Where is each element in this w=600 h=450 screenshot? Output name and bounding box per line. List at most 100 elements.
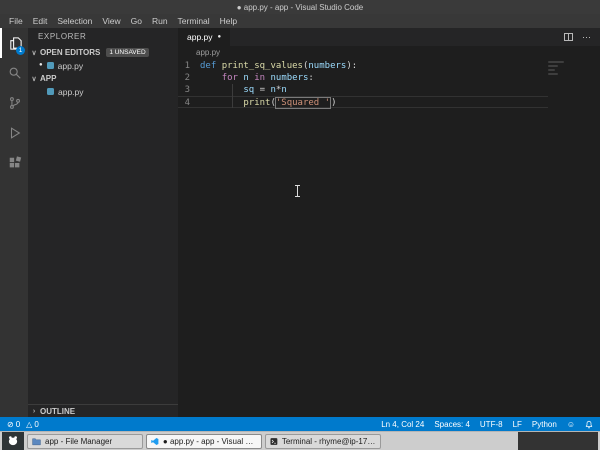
code-token: ):: [346, 61, 358, 71]
tab-app-py[interactable]: app.py ●: [178, 28, 231, 46]
tab-bar: app.py ● ⋯: [178, 28, 600, 46]
code-token: n: [281, 85, 287, 95]
tab-label: app.py: [187, 32, 213, 42]
code-line[interactable]: 2 for n in numbers:: [178, 72, 548, 84]
warning-count: 0: [34, 419, 39, 429]
title-bar: ● app.py - app - Visual Studio Code: [0, 0, 600, 14]
taskbar-window-label: app - File Manager: [45, 436, 113, 446]
python-file-icon: [46, 62, 54, 69]
vscode-icon: [151, 437, 159, 445]
folder-section-header[interactable]: ∨ APP: [28, 72, 178, 85]
unsaved-count-badge: 1: [16, 46, 25, 55]
explorer-icon[interactable]: 1: [0, 28, 28, 58]
notifications-bell-icon[interactable]: [585, 420, 593, 429]
code-text: def print_sq_values(numbers):: [200, 60, 357, 72]
code-text: print('Squared '): [200, 97, 337, 109]
tree-item-filename: app.py: [58, 86, 84, 97]
code-token: =: [254, 85, 271, 95]
open-editor-item-app-py[interactable]: ● app.py: [28, 59, 178, 72]
eol-setting[interactable]: LF: [513, 420, 522, 429]
indent-guide: [232, 84, 233, 108]
taskbar-window-vscode[interactable]: ● app.py - app - Visual Studi...: [146, 433, 262, 449]
menu-item-go[interactable]: Go: [126, 16, 147, 26]
menu-bar: File Edit Selection View Go Run Terminal…: [0, 14, 600, 28]
code-token: :: [308, 73, 314, 83]
outline-section-header[interactable]: › OUTLINE: [28, 404, 178, 417]
code-text: for n in numbers:: [200, 72, 314, 84]
explorer-sidebar: EXPLORER ∨ OPEN EDITORS 1 UNSAVED ● app.…: [28, 28, 178, 417]
taskbar-window-file-manager[interactable]: app - File Manager: [27, 433, 143, 449]
code-line[interactable]: 1 def print_sq_values(numbers):: [178, 60, 548, 72]
taskbar-window-label: Terminal - rhyme@ip-172-31...: [281, 436, 376, 446]
code-token: def: [200, 61, 222, 71]
open-editors-header[interactable]: ∨ OPEN EDITORS 1 UNSAVED: [28, 46, 178, 59]
code-token: print: [243, 98, 271, 108]
menu-item-file[interactable]: File: [4, 16, 28, 26]
split-editor-icon[interactable]: [564, 33, 573, 41]
problems-indicator[interactable]: ⊘ 0 △ 0: [7, 420, 39, 429]
minimap[interactable]: [548, 61, 586, 77]
dirty-dot-icon: ●: [217, 33, 222, 40]
line-number[interactable]: 2: [178, 72, 200, 84]
feedback-icon[interactable]: ☺: [567, 420, 575, 429]
menu-item-view[interactable]: View: [97, 16, 125, 26]
status-bar: ⊘ 0 △ 0 Ln 4, Col 24 Spaces: 4 UTF-8 LF …: [0, 417, 600, 431]
mouse-ibeam-cursor: [295, 185, 300, 197]
menu-item-run[interactable]: Run: [147, 16, 173, 26]
line-number[interactable]: 4: [178, 97, 200, 108]
code-token: numbers: [308, 61, 347, 71]
menu-item-terminal[interactable]: Terminal: [173, 16, 215, 26]
code-line[interactable]: 4 print('Squared '): [178, 96, 548, 109]
menu-item-help[interactable]: Help: [215, 16, 242, 26]
terminal-icon: [270, 437, 278, 445]
breadcrumb[interactable]: app.py: [178, 46, 600, 58]
taskbar-window-terminal[interactable]: Terminal - rhyme@ip-172-31...: [265, 433, 381, 449]
code-token: ): [331, 98, 337, 108]
activity-bar: 1: [0, 28, 28, 417]
chevron-right-icon: ›: [32, 407, 36, 415]
search-icon[interactable]: [0, 58, 28, 88]
chevron-down-icon: ∨: [31, 49, 37, 57]
warning-icon: △: [26, 419, 33, 429]
menu-item-selection[interactable]: Selection: [52, 16, 97, 26]
encoding-setting[interactable]: UTF-8: [480, 420, 503, 429]
code-lines: 1 def print_sq_values(numbers): 2 for n in…: [178, 60, 600, 109]
os-taskbar: app - File Manager ● app.py - app - Visu…: [0, 431, 600, 450]
folder-name-label: APP: [40, 74, 57, 83]
outline-label: OUTLINE: [40, 406, 76, 416]
sidebar-title: EXPLORER: [38, 32, 87, 41]
editor-group: app.py ● ⋯ app.py 1 def print_sq_values(n…: [178, 28, 600, 417]
code-line[interactable]: 3 sq = n*n: [178, 84, 548, 96]
line-number[interactable]: 3: [178, 84, 200, 96]
dirty-dot-icon: ●: [39, 62, 43, 68]
line-number[interactable]: 1: [178, 60, 200, 72]
extensions-icon[interactable]: [0, 148, 28, 178]
error-icon: ⊘: [7, 419, 14, 429]
run-debug-icon[interactable]: [0, 118, 28, 148]
python-file-icon: [47, 88, 54, 95]
unsaved-badge: 1 UNSAVED: [106, 48, 149, 57]
code-editor[interactable]: 1 def print_sq_values(numbers): 2 for n in…: [178, 58, 600, 417]
source-control-icon[interactable]: [0, 88, 28, 118]
applications-menu-button[interactable]: [2, 431, 24, 450]
more-actions-icon[interactable]: ⋯: [582, 32, 592, 43]
menu-item-edit[interactable]: Edit: [28, 16, 53, 26]
editor-actions: ⋯: [564, 28, 592, 46]
language-mode[interactable]: Python: [532, 420, 557, 429]
tree-item-app-py[interactable]: app.py: [28, 85, 178, 98]
error-count: 0: [15, 419, 21, 429]
cursor-position[interactable]: Ln 4, Col 24: [381, 420, 424, 429]
window-title: ● app.py - app - Visual Studio Code: [236, 2, 364, 12]
vscode-window: ● app.py - app - Visual Studio Code File…: [0, 0, 600, 450]
code-token: for: [221, 73, 238, 83]
code-token: print_sq_values: [221, 61, 303, 71]
breadcrumb-file[interactable]: app.py: [196, 48, 220, 57]
indentation-setting[interactable]: Spaces: 4: [434, 420, 470, 429]
open-editors-label: OPEN EDITORS: [40, 48, 101, 57]
open-editor-filename: app.py: [57, 60, 84, 71]
code-token: numbers: [270, 73, 309, 83]
code-text: sq = n*n: [200, 84, 287, 96]
